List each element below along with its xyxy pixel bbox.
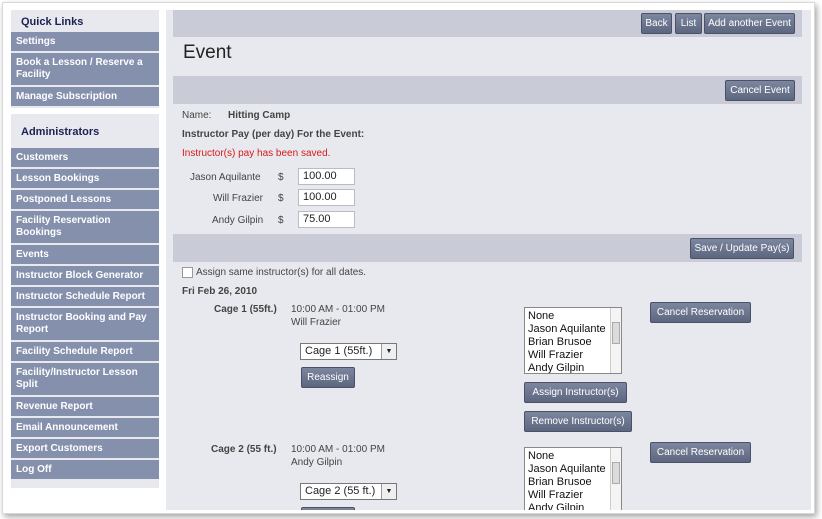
reservation-instructor: Will Frazier (291, 317, 341, 328)
listbox-scrollbar[interactable] (610, 308, 621, 373)
reservation-time: 10:00 AM - 01:00 PM (291, 444, 385, 455)
list-item[interactable]: Andy Gilpin (528, 502, 618, 510)
currency-symbol: $ (278, 193, 284, 204)
cancel-reservation-button[interactable]: Cancel Reservation (650, 302, 751, 323)
sidebar-item-instructor-block-generator[interactable]: Instructor Block Generator (11, 266, 159, 287)
sidebar-item-email-announcement[interactable]: Email Announcement (11, 418, 159, 439)
sidebar-item-facility-instructor-split[interactable]: Facility/Instructor Lesson Split (11, 363, 159, 397)
scrollbar-thumb[interactable] (612, 462, 620, 484)
sidebar-item-revenue-report[interactable]: Revenue Report (11, 397, 159, 418)
sidebar-item-lesson-bookings[interactable]: Lesson Bookings (11, 169, 159, 190)
cancel-event-button[interactable]: Cancel Event (725, 80, 795, 101)
sidebar-item-instructor-booking-pay-report[interactable]: Instructor Booking and Pay Report (11, 308, 159, 342)
instructor-name: Will Frazier (213, 193, 263, 204)
cage-name: Cage 1 (55ft.) (214, 304, 277, 315)
pay-input-jason-aquilante[interactable]: 100.00 (298, 168, 355, 185)
chevron-down-icon: ▼ (381, 484, 396, 499)
quick-links-heading: Quick Links (21, 16, 84, 28)
administrators-heading: Administrators (21, 126, 100, 138)
name-label: Name: (182, 110, 212, 121)
list-item[interactable]: Jason Aquilante (528, 463, 618, 476)
event-actions-bar (173, 76, 802, 104)
assign-same-label: Assign same instructor(s) for all dates. (196, 267, 367, 278)
list-item[interactable]: Will Frazier (528, 349, 618, 362)
event-name-value: Hitting Camp (228, 110, 291, 121)
list-item[interactable]: None (528, 450, 618, 463)
pay-input-will-frazier[interactable]: 100.00 (298, 189, 355, 206)
list-item[interactable]: Brian Brusoe (528, 476, 618, 489)
remove-instructor-button[interactable]: Remove Instructor(s) (524, 411, 632, 432)
cage-select[interactable]: Cage 2 (55 ft.) ▼ (300, 483, 397, 500)
reservation-instructor: Andy Gilpin (291, 457, 343, 468)
chevron-down-icon: ▼ (381, 344, 396, 359)
list-item[interactable]: None (528, 310, 618, 323)
browser-frame: Quick Links Settings Book a Lesson / Res… (2, 2, 815, 514)
scrollbar-thumb[interactable] (612, 322, 620, 344)
sidebar-item-book-lesson[interactable]: Book a Lesson / Reserve a Facility (11, 53, 159, 87)
sidebar-item-settings[interactable]: Settings (11, 32, 159, 53)
cancel-reservation-button[interactable]: Cancel Reservation (650, 442, 751, 463)
sidebar-item-customers[interactable]: Customers (11, 148, 159, 169)
sidebar-item-events[interactable]: Events (11, 245, 159, 266)
sidebar-item-export-customers[interactable]: Export Customers (11, 439, 159, 460)
cage-select-value: Cage 2 (55 ft.) (305, 485, 376, 497)
sidebar-item-instructor-schedule-report[interactable]: Instructor Schedule Report (11, 287, 159, 308)
currency-symbol: $ (278, 215, 284, 226)
cage-select-value: Cage 1 (55ft.) (305, 345, 373, 357)
pay-input-andy-gilpin[interactable]: 75.00 (298, 211, 355, 228)
sidebar: Quick Links Settings Book a Lesson / Res… (11, 10, 159, 488)
assign-instructor-button[interactable]: Assign Instructor(s) (524, 382, 627, 403)
sidebar-item-manage-subscription[interactable]: Manage Subscription (11, 87, 159, 108)
listbox-scrollbar[interactable] (610, 448, 621, 510)
reservation-time: 10:00 AM - 01:00 PM (291, 304, 385, 315)
list-item[interactable]: Jason Aquilante (528, 323, 618, 336)
list-item[interactable]: Andy Gilpin (528, 362, 618, 373)
instructor-listbox[interactable]: None Jason Aquilante Brian Brusoe Will F… (524, 307, 622, 374)
sidebar-item-log-off[interactable]: Log Off (11, 460, 159, 481)
list-item[interactable]: Will Frazier (528, 489, 618, 502)
saved-message: Instructor(s) pay has been saved. (182, 148, 331, 159)
instructor-name: Andy Gilpin (212, 215, 264, 226)
sidebar-item-postponed-lessons[interactable]: Postponed Lessons (11, 190, 159, 211)
page-title: Event (183, 42, 232, 63)
list-button[interactable]: List (675, 13, 702, 34)
save-update-pay-button[interactable]: Save / Update Pay(s) (690, 238, 794, 259)
main-content: Back List Add another Event Event Cancel… (166, 10, 811, 510)
list-item[interactable]: Brian Brusoe (528, 336, 618, 349)
currency-symbol: $ (278, 172, 284, 183)
reassign-button[interactable] (301, 507, 355, 510)
sidebar-item-facility-reservation-bookings[interactable]: Facility Reservation Bookings (11, 211, 159, 245)
assign-same-checkbox[interactable] (182, 267, 193, 278)
cage-select[interactable]: Cage 1 (55ft.) ▼ (300, 343, 397, 360)
back-button[interactable]: Back (641, 13, 672, 34)
instructor-name: Jason Aquilante (190, 172, 261, 183)
cage-name: Cage 2 (55 ft.) (211, 444, 277, 455)
add-another-event-button[interactable]: Add another Event (704, 13, 795, 34)
sidebar-item-facility-schedule-report[interactable]: Facility Schedule Report (11, 342, 159, 363)
instructor-pay-heading: Instructor Pay (per day) For the Event: (182, 129, 365, 140)
event-date: Fri Feb 26, 2010 (182, 286, 258, 297)
instructor-listbox[interactable]: None Jason Aquilante Brian Brusoe Will F… (524, 447, 622, 510)
reassign-button[interactable]: Reassign (301, 367, 355, 388)
